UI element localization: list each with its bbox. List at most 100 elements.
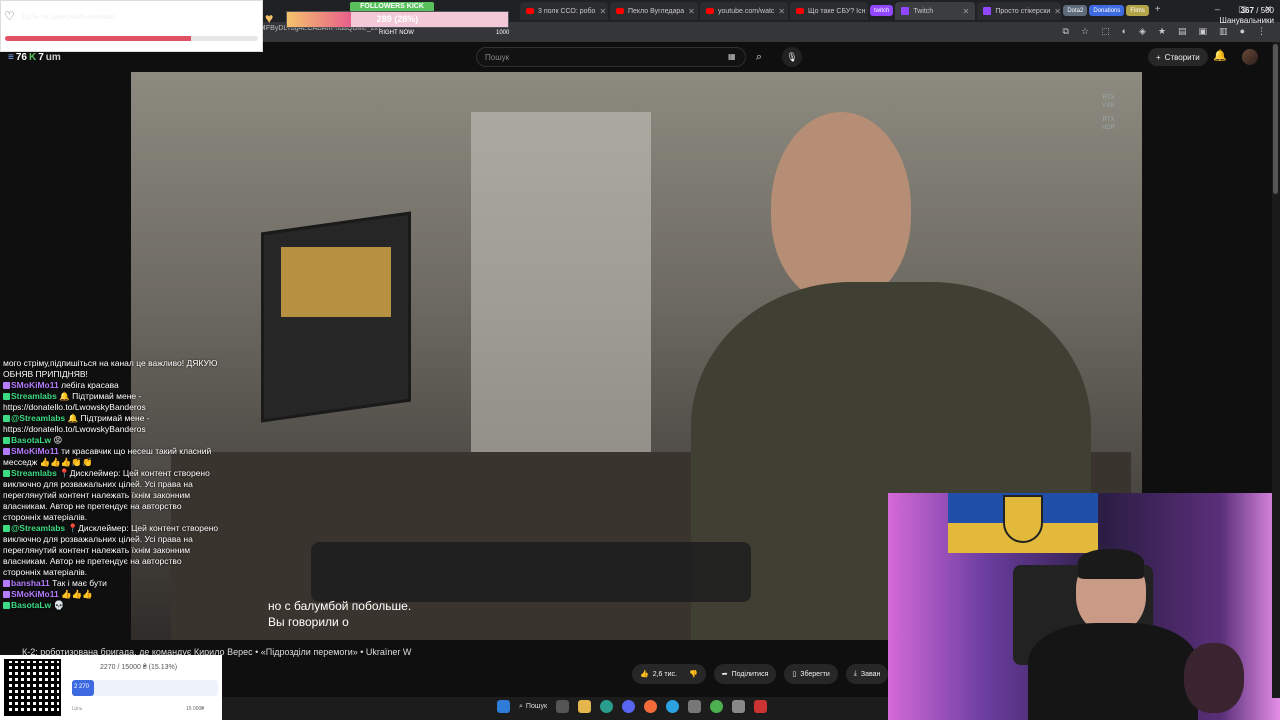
hair-shape: [1078, 549, 1144, 579]
chat-username[interactable]: BasotaLw: [11, 600, 51, 610]
extension-icon[interactable]: ▣: [1199, 26, 1208, 37]
chat-badge-icon: [3, 470, 10, 477]
close-icon[interactable]: ✕: [778, 7, 785, 16]
browser-tab[interactable]: Просто стікерски ✕: [977, 2, 1062, 20]
close-icon[interactable]: ✕: [1054, 7, 1061, 16]
new-tab-button[interactable]: +: [1151, 4, 1165, 15]
chat-message: bansha11 Так і має бути: [0, 578, 222, 589]
chat-text: лебіга красава: [61, 380, 119, 390]
donation-progress-bar: 2 270: [72, 680, 218, 696]
share-icon: ➦: [721, 671, 728, 678]
discord-icon[interactable]: [622, 700, 636, 713]
browser-tab[interactable]: 3 полк ССО: робо ✕: [520, 2, 608, 20]
shirt-shape: [1028, 623, 1198, 720]
chat-username[interactable]: bansha11: [11, 578, 50, 588]
search-icon[interactable]: ⌕: [746, 47, 772, 67]
chrome-icon[interactable]: [710, 700, 724, 713]
edge-icon[interactable]: [600, 700, 614, 713]
youtube-icon: [616, 8, 624, 14]
app-icon[interactable]: [688, 700, 702, 713]
task-view-icon[interactable]: [556, 700, 570, 713]
keyboard-icon[interactable]: ▦: [728, 52, 736, 61]
extension-icon[interactable]: ◐: [1122, 26, 1127, 37]
microphone-icon[interactable]: 🎙: [782, 47, 802, 67]
extension-icon[interactable]: ◈: [1139, 26, 1146, 37]
chat-username[interactable]: SMoKiMo11: [11, 446, 59, 456]
shelf-shape: [471, 112, 651, 472]
toolbar-icons: ⧉ ☆ ⬚ ◐ ◈ ★ ▤ ▣ ▥ ● ⋮: [1063, 26, 1266, 37]
browser-tab[interactable]: Twitch ✕: [895, 2, 976, 20]
plus-icon: +: [1156, 52, 1161, 62]
bookmark-chip[interactable]: Dota2: [1063, 5, 1088, 16]
viewer-icon: ≡: [8, 52, 14, 63]
settings-icon[interactable]: [732, 700, 746, 713]
chat-username[interactable]: @Streamlabs: [11, 523, 65, 533]
download-button[interactable]: ⤓ Заван: [845, 664, 889, 684]
rtx-badge: RTX VSR RTX HDR: [1102, 95, 1115, 131]
bookmark-chip[interactable]: Films: [1126, 5, 1149, 16]
sidebar-icon[interactable]: ▥: [1219, 26, 1228, 37]
follower-goal-widget: [0, 0, 263, 52]
obs-icon[interactable]: [754, 700, 768, 713]
laptop-screen-shape: [281, 247, 391, 317]
chat-username[interactable]: Streamlabs: [11, 391, 57, 401]
chat-username[interactable]: SMoKiMo11: [11, 380, 59, 390]
followers-kick-max: 1000: [496, 30, 510, 36]
drone-shape: [311, 542, 751, 602]
extension-icon[interactable]: ⬚: [1101, 26, 1110, 37]
lamp-shape: [1184, 643, 1244, 713]
youtube-icon: [796, 8, 804, 14]
browser-tab[interactable]: Що таке СБУ? Існ✕: [790, 2, 868, 20]
close-icon[interactable]: ✕: [688, 7, 695, 16]
scrollbar-thumb[interactable]: [1273, 44, 1278, 194]
goal-progress-bar: [5, 36, 258, 41]
telegram-icon[interactable]: [666, 700, 680, 713]
close-icon[interactable]: ✕: [599, 7, 606, 16]
chat-text: Так і має бути: [52, 578, 107, 588]
youtube-icon: [706, 8, 714, 14]
browser-tab[interactable]: Пекло Вугледара ✕: [610, 2, 698, 20]
profile-icon[interactable]: ●: [1240, 26, 1245, 37]
chat-message: Streamlabs 📍Дисклеймер: Цей контент ство…: [0, 468, 222, 523]
chat-badge-icon: [3, 525, 10, 532]
notification-bell-icon[interactable]: 🔔: [1213, 49, 1227, 62]
chat-badge-icon: [3, 448, 10, 455]
chat-message: @Streamlabs 📍Дисклеймер: Цей контент ств…: [0, 523, 222, 578]
firefox-icon[interactable]: [644, 700, 658, 713]
install-icon[interactable]: ⧉: [1063, 26, 1069, 37]
chat-badge-icon: [3, 415, 10, 422]
donation-left-label: Ціль: [72, 706, 83, 712]
heart-outline-icon: ♡: [4, 9, 15, 23]
youtube-icon: [526, 8, 534, 14]
browser-tab[interactable]: youtube.com/watc ✕: [700, 2, 788, 20]
chat-username[interactable]: BasotaLw: [11, 435, 51, 445]
chat-badge-icon: [3, 602, 10, 609]
close-icon[interactable]: ✕: [963, 7, 970, 16]
chat-message: SMoKiMo11 лебіга красава: [0, 380, 222, 391]
bookmark-star-icon[interactable]: ☆: [1081, 26, 1089, 37]
chat-username[interactable]: SMoKiMo11: [11, 589, 59, 599]
menu-icon[interactable]: ⋮: [1257, 26, 1266, 37]
goal-count: 367 / 500 Шанувальники: [1219, 6, 1275, 25]
like-button[interactable]: 👍 2,6 тис. 👎: [632, 664, 706, 684]
extension-icon[interactable]: ★: [1158, 26, 1166, 37]
folder-icon[interactable]: [578, 700, 592, 713]
qr-code: [4, 659, 61, 716]
windows-start-icon[interactable]: [497, 700, 510, 713]
chat-badge-icon: [3, 393, 10, 400]
save-button[interactable]: ▯ Зберегти: [784, 664, 838, 684]
twitch-group-chip[interactable]: twitch: [870, 5, 894, 16]
create-button[interactable]: + Створити: [1148, 48, 1208, 66]
extension-icon[interactable]: ▤: [1178, 26, 1187, 37]
share-button[interactable]: ➦ Поділитися: [713, 664, 777, 684]
chat-message: @Streamlabs 🔔 Підтримай мене - https://d…: [0, 413, 222, 435]
avatar[interactable]: [1242, 49, 1258, 65]
followers-kick-right-label: RIGHT NOW: [379, 30, 414, 36]
taskbar-search[interactable]: ⌕ Пошук: [519, 703, 547, 711]
search-input[interactable]: Пошук: [476, 47, 746, 67]
chat-username[interactable]: @Streamlabs: [11, 413, 65, 423]
chat-username[interactable]: Streamlabs: [11, 468, 57, 478]
bookmark-chip[interactable]: Donations: [1089, 5, 1125, 16]
thumbs-down-icon[interactable]: 👎: [689, 670, 698, 678]
person-head-shape: [771, 112, 911, 302]
